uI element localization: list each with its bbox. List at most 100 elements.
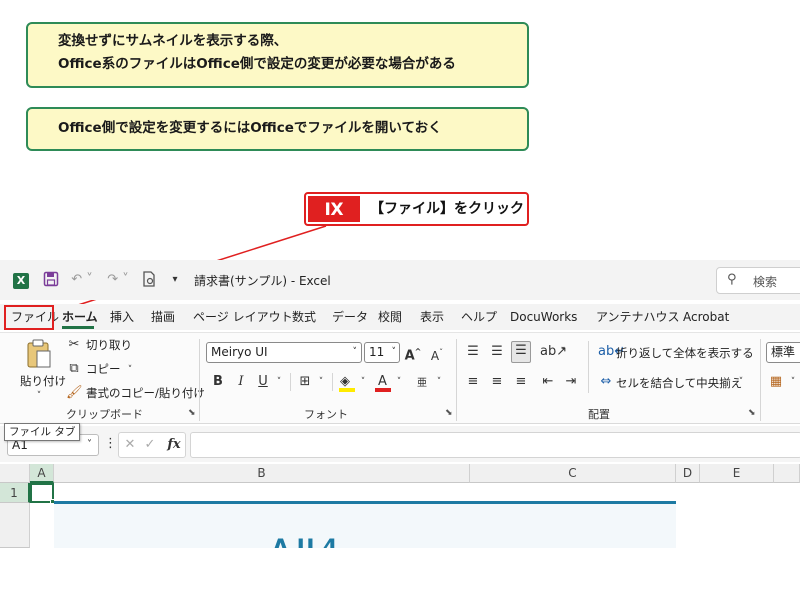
border-dropdown-icon[interactable]: ˅: [316, 373, 326, 391]
cancel-icon[interactable]: ✕: [123, 436, 137, 454]
copy-icon: ⧉: [69, 361, 79, 376]
tab-help[interactable]: ヘルプ: [461, 304, 497, 330]
font-color-button[interactable]: A: [374, 373, 392, 393]
clipboard-icon: [27, 339, 51, 368]
column-header-b[interactable]: B: [54, 464, 470, 483]
align-right-icon[interactable]: ≡: [512, 373, 530, 391]
align-bottom-icon[interactable]: ☰: [511, 341, 531, 363]
ribbon: 貼り付け ˅ ✂ 切り取り ⧉ コピー ˅ 🖌 書式のコピー/貼り付け クリップ…: [0, 332, 800, 424]
formula-bar-options-icon[interactable]: ⋮: [104, 435, 117, 453]
formula-input[interactable]: [190, 432, 800, 458]
formula-buttons: ✕ ✓ fx: [118, 432, 186, 458]
accounting-format-icon[interactable]: ▦: [768, 373, 784, 391]
font-name-dropdown-icon: ˅: [352, 347, 358, 357]
tab-draw[interactable]: 描画: [151, 304, 175, 330]
grow-font-button[interactable]: A^: [404, 343, 422, 365]
formula-bar: A1 ˅ ⋮ ✕ ✓ fx: [0, 426, 800, 462]
print-preview-icon[interactable]: [140, 271, 158, 289]
tab-docuworks[interactable]: DocuWorks: [510, 304, 577, 330]
column-header-f[interactable]: [774, 464, 800, 483]
alignment-launcher-icon[interactable]: ⬊: [748, 408, 756, 418]
invoice-title-text: A U 4: [272, 536, 338, 548]
fill-color-swatch: [339, 388, 355, 392]
align-middle-icon[interactable]: ☰: [488, 343, 506, 361]
border-icon[interactable]: ⊞: [296, 373, 314, 391]
font-group-label: フォント: [304, 408, 348, 421]
undo-icon[interactable]: ↶ ˅: [68, 271, 96, 289]
search-box[interactable]: ⚲ 検索: [716, 267, 800, 294]
cut-icon: ✂: [68, 337, 80, 352]
cut-button[interactable]: 切り取り: [86, 337, 132, 353]
tab-view[interactable]: 表示: [420, 304, 444, 330]
orientation-icon[interactable]: ab↗: [540, 343, 567, 361]
tab-review[interactable]: 校閲: [378, 304, 402, 330]
tab-antenna-house[interactable]: アンテナハウス: [596, 304, 680, 330]
copy-button[interactable]: コピー: [86, 361, 121, 377]
merge-center-icon: ⇔: [600, 374, 612, 389]
enter-icon[interactable]: ✓: [143, 436, 157, 454]
tab-insert[interactable]: 挿入: [110, 304, 134, 330]
tab-data[interactable]: データ: [332, 304, 368, 330]
font-size-select[interactable]: 11 ˅: [364, 342, 400, 363]
italic-button[interactable]: I: [234, 373, 248, 391]
phonetic-dropdown-icon[interactable]: ˅: [434, 373, 444, 391]
column-header-e[interactable]: E: [700, 464, 774, 483]
grow-font-icon: A: [404, 348, 415, 364]
font-inner-separator: [290, 373, 291, 391]
select-all-corner[interactable]: [0, 464, 30, 483]
accounting-dropdown-icon[interactable]: ˅: [788, 373, 798, 391]
ribbon-separator-3: [760, 339, 761, 421]
font-name-select[interactable]: Meiryo UI ˅: [206, 342, 362, 363]
tab-formulas[interactable]: 数式: [292, 304, 316, 330]
title-bar: X ↶ ˅ ↷ ˅ ▾ 請求書(サンプル) - Excel ⚲ 検索: [0, 260, 800, 300]
home-tab-underline: [62, 326, 94, 329]
format-painter-button[interactable]: 書式のコピー/貼り付け: [86, 385, 205, 401]
decrease-indent-icon[interactable]: ⇤: [539, 373, 557, 391]
merge-center-dropdown-icon[interactable]: ˅: [736, 373, 746, 391]
number-format-select[interactable]: 標準: [766, 342, 800, 363]
ribbon-separator: [199, 339, 200, 421]
phonetic-guide-button[interactable]: 亜: [414, 375, 430, 393]
save-icon[interactable]: [42, 271, 60, 289]
column-header-c[interactable]: C: [470, 464, 676, 483]
window-title: 請求書(サンプル) - Excel: [194, 274, 331, 288]
format-painter-icon: 🖌: [66, 385, 83, 400]
bold-button[interactable]: B: [210, 373, 226, 391]
copy-dropdown-icon[interactable]: ˅: [124, 361, 136, 379]
underline-dropdown-icon[interactable]: ˅: [274, 373, 284, 391]
paste-button[interactable]: 貼り付け ˅: [16, 337, 66, 401]
ribbon-separator-2: [456, 339, 457, 421]
wrap-text-button[interactable]: 折り返して全体を表示する: [616, 345, 754, 361]
paste-dropdown-icon[interactable]: ˅: [32, 387, 46, 405]
orientation-dropdown-icon[interactable]: ˅: [558, 343, 568, 361]
insert-function-icon[interactable]: fx: [165, 436, 183, 454]
underline-button[interactable]: U: [256, 373, 270, 391]
alignment-group-label: 配置: [588, 408, 610, 421]
excel-app-icon: X: [13, 273, 29, 289]
file-tab-tooltip: ファイル タブ: [4, 423, 81, 441]
align-left-icon[interactable]: ≡: [464, 373, 482, 391]
clipboard-group-label: クリップボード: [66, 408, 143, 421]
font-color-swatch: [375, 388, 391, 392]
merge-center-button[interactable]: セルを結合して中央揃え: [616, 375, 742, 391]
tab-acrobat[interactable]: Acrobat: [683, 304, 729, 330]
shrink-font-icon: A: [430, 349, 440, 363]
row-header-1[interactable]: 1: [0, 483, 30, 503]
customize-toolbar-icon[interactable]: ▾: [168, 271, 182, 289]
increase-indent-icon[interactable]: ⇥: [562, 373, 580, 391]
column-header-a[interactable]: A: [30, 464, 54, 483]
shrink-font-button[interactable]: Aˇ: [428, 344, 446, 365]
align-top-icon[interactable]: ☰: [464, 343, 482, 361]
name-box-dropdown-icon: ˅: [87, 439, 92, 450]
clipboard-launcher-icon[interactable]: ⬊: [188, 408, 196, 418]
row-header-2[interactable]: [0, 503, 30, 548]
align-center-icon[interactable]: ≡: [488, 373, 506, 391]
tab-page-layout[interactable]: ページ レイアウト: [193, 304, 293, 330]
font-size-dropdown-icon: ˅: [391, 347, 397, 357]
fill-color-dropdown-icon[interactable]: ˅: [358, 373, 368, 391]
redo-icon[interactable]: ↷ ˅: [104, 271, 132, 289]
font-color-dropdown-icon[interactable]: ˅: [394, 373, 404, 391]
font-launcher-icon[interactable]: ⬊: [445, 408, 453, 418]
fill-color-button[interactable]: ◈: [338, 373, 356, 393]
column-header-d[interactable]: D: [676, 464, 700, 483]
